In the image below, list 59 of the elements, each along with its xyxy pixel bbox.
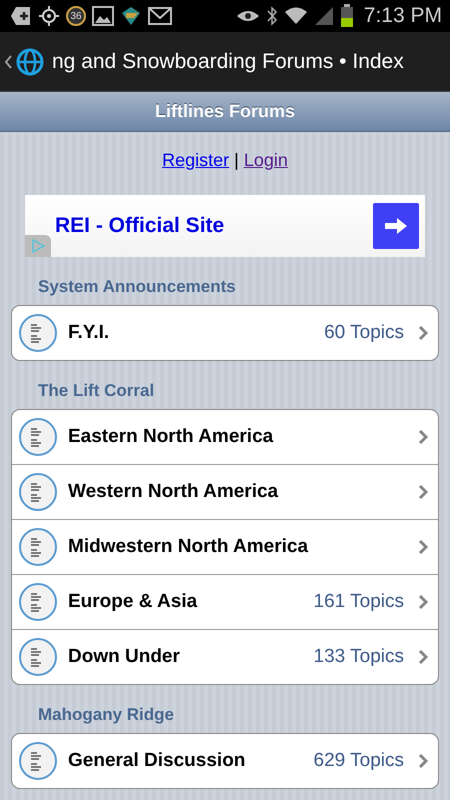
chevron-right-icon bbox=[418, 326, 428, 340]
forum-list-icon bbox=[18, 741, 58, 781]
forum-list-icon bbox=[18, 637, 58, 677]
wifi-icon bbox=[284, 7, 308, 25]
link-separator: | bbox=[234, 150, 239, 171]
forum-list-icon bbox=[18, 582, 58, 622]
app-icon bbox=[120, 5, 142, 27]
topic-count: 161 Topics bbox=[314, 591, 404, 613]
forum-list-icon bbox=[18, 417, 58, 457]
forum-list-icon bbox=[18, 527, 58, 567]
section-heading: System Announcements bbox=[37, 276, 237, 298]
topic-count: 133 Topics bbox=[314, 646, 404, 668]
picture-icon bbox=[92, 6, 114, 26]
forum-name: F.Y.I. bbox=[68, 322, 110, 344]
chevron-right-icon bbox=[418, 485, 428, 499]
forum-row[interactable]: Western North America bbox=[12, 464, 438, 519]
section-heading: The Lift Corral bbox=[37, 380, 156, 402]
forum-row[interactable]: Midwestern North America bbox=[12, 519, 438, 574]
notification-badge: 36 bbox=[66, 6, 86, 26]
clock-time: 7:13 PM bbox=[364, 4, 442, 28]
forum-name: Eastern North America bbox=[68, 426, 274, 448]
forum-row[interactable]: Eastern North America bbox=[12, 410, 438, 464]
gps-icon bbox=[38, 5, 60, 27]
forum-name: Western North America bbox=[68, 481, 280, 503]
mail-icon bbox=[148, 7, 172, 25]
ad-arrow-button[interactable] bbox=[373, 203, 419, 249]
chevron-right-icon bbox=[418, 595, 428, 609]
arrow-right-icon bbox=[384, 217, 408, 235]
forum-row[interactable]: Europe & Asia 161 Topics bbox=[12, 574, 438, 629]
page-title: ng and Snowboarding Forums • Index bbox=[52, 50, 404, 74]
forum-list-icon bbox=[18, 313, 58, 353]
forum-title: Liftlines Forums bbox=[154, 101, 295, 122]
auth-link[interactable]: Register bbox=[162, 150, 230, 171]
signal-icon bbox=[314, 6, 334, 26]
play-triangle-icon bbox=[31, 239, 45, 253]
back-icon bbox=[4, 54, 12, 68]
section-heading: Mahogany Ridge bbox=[37, 704, 176, 726]
forum-row[interactable]: General Discussion 629 Topics bbox=[12, 734, 438, 788]
globe-icon bbox=[16, 48, 44, 76]
add-icon bbox=[10, 6, 32, 26]
chevron-right-icon bbox=[418, 540, 428, 554]
bluetooth-icon bbox=[266, 6, 278, 26]
chevron-right-icon bbox=[418, 754, 428, 768]
auth-link[interactable]: Login bbox=[244, 150, 288, 171]
topic-count: 60 Topics bbox=[324, 322, 404, 344]
topic-count: 629 Topics bbox=[314, 750, 404, 772]
forum-name: Down Under bbox=[68, 646, 181, 668]
forum-name: Europe & Asia bbox=[68, 591, 198, 613]
forum-name: Midwestern North America bbox=[68, 536, 310, 558]
forum-name: General Discussion bbox=[68, 750, 246, 772]
battery-icon bbox=[340, 4, 354, 28]
chevron-right-icon bbox=[418, 430, 428, 444]
forum-row[interactable]: F.Y.I. 60 Topics bbox=[12, 306, 438, 360]
ad-banner[interactable]: REI - Official Site bbox=[25, 195, 425, 257]
eye-icon bbox=[236, 8, 260, 24]
chevron-right-icon bbox=[418, 650, 428, 664]
forum-list-icon bbox=[18, 472, 58, 512]
forum-row[interactable]: Down Under 133 Topics bbox=[12, 629, 438, 684]
ad-headline[interactable]: REI - Official Site bbox=[55, 214, 224, 238]
